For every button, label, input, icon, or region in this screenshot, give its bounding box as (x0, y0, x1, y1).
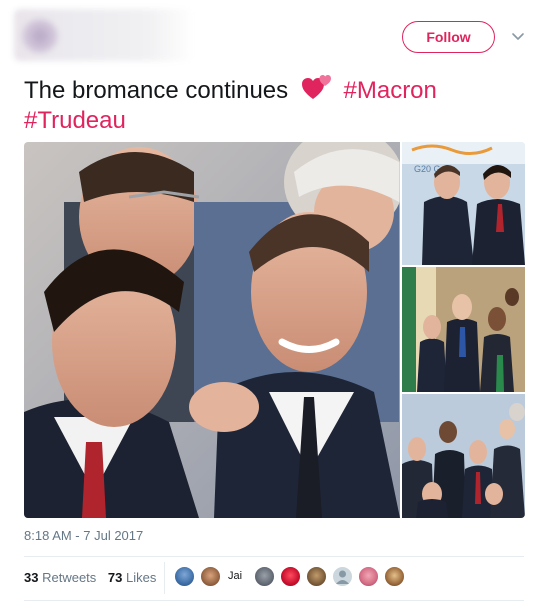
tweet-text: The bromance continues #Macron #Trudeau (24, 73, 524, 136)
photo-side-1[interactable]: G20 G (402, 142, 525, 265)
tweet-body: The bromance continues (24, 77, 289, 104)
divider (24, 600, 524, 601)
likes-stat[interactable]: 73 Likes (108, 568, 156, 588)
avatar[interactable] (280, 566, 301, 587)
hashtag-trudeau[interactable]: #Trudeau (24, 107, 126, 134)
avatar[interactable] (174, 566, 195, 587)
likes-count: 73 (107, 570, 123, 585)
two-hearts-icon (301, 75, 331, 99)
stats-separator (164, 562, 165, 594)
retweets-label: Retweets (42, 570, 97, 585)
default-avatar-icon (336, 570, 349, 584)
tweet-media[interactable]: G20 G (24, 142, 525, 518)
photo-main[interactable] (24, 142, 400, 518)
avatar[interactable] (254, 566, 275, 587)
avatar[interactable] (200, 566, 221, 587)
follow-button[interactable]: Follow (402, 21, 495, 53)
tweet-header: Follow (0, 0, 546, 64)
blurred-author-info (14, 9, 194, 61)
hashtag-macron[interactable]: #Macron (344, 77, 437, 104)
tweet-timestamp[interactable]: 8:18 AM - 7 Jul 2017 (24, 528, 143, 543)
tweet-stats: 33 Retweets 73 Likes (24, 568, 164, 588)
retweets-stat[interactable]: 33 Retweets (24, 568, 96, 588)
avatar-text[interactable]: Jai (228, 570, 242, 582)
photo-side-2[interactable] (402, 267, 525, 392)
divider (24, 556, 524, 557)
avatar[interactable] (384, 566, 405, 587)
avatar[interactable] (358, 566, 379, 587)
likes-label: Likes (126, 570, 157, 585)
avatar[interactable] (332, 566, 353, 587)
avatar (22, 19, 58, 53)
retweets-count: 33 (24, 570, 39, 585)
chevron-down-icon[interactable] (511, 30, 525, 44)
avatar[interactable] (306, 566, 327, 587)
photo-side-3[interactable] (402, 394, 525, 518)
